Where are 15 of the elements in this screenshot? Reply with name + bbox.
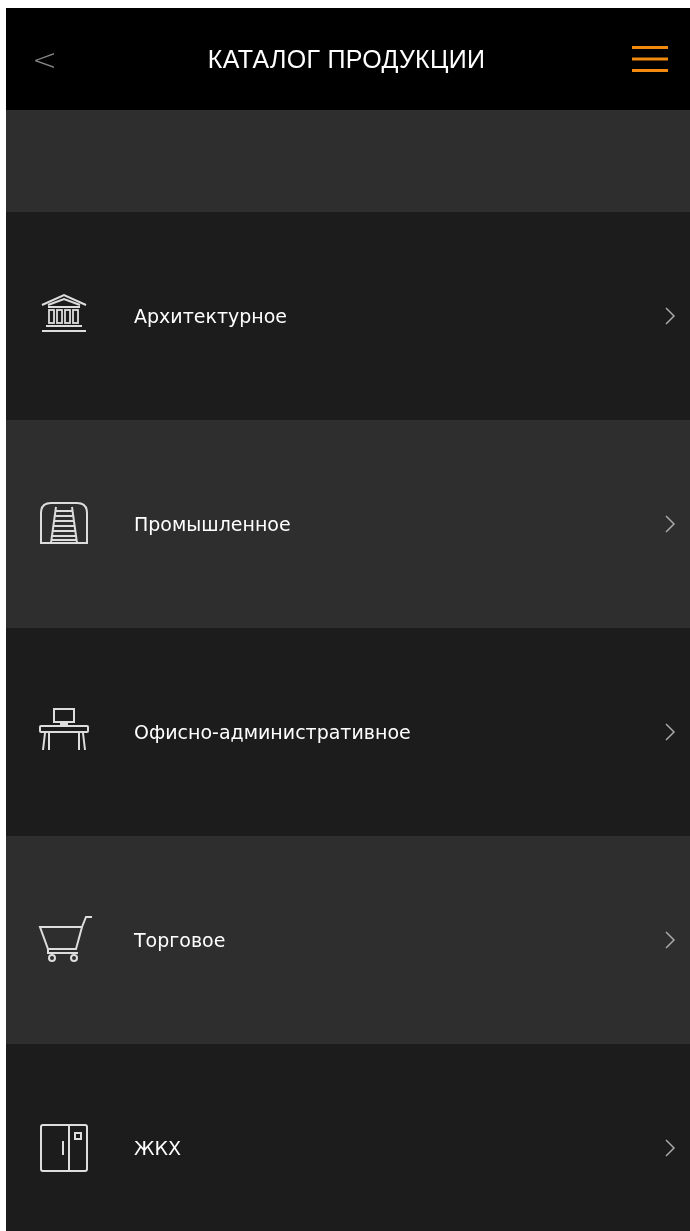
category-label: Торговое	[134, 929, 227, 951]
menu-icon[interactable]	[630, 44, 670, 74]
chevron-right-icon	[664, 306, 676, 326]
category-row[interactable]: Промышленное	[6, 420, 690, 628]
category-row[interactable]: Торговое	[6, 836, 690, 1044]
category-label: Офисно-административное	[134, 721, 412, 743]
chevron-right-icon	[664, 1138, 676, 1158]
chevron-right-icon	[664, 514, 676, 534]
page-title: КАТАЛОГ ПРОДУКЦИИ	[207, 44, 486, 74]
category-label: ЖКХ	[134, 1137, 182, 1159]
back-button[interactable]: <	[26, 41, 64, 77]
chevron-right-icon	[664, 722, 676, 742]
category-label: Архитектурное	[134, 305, 288, 327]
chevron-right-icon	[664, 930, 676, 950]
category-label: Промышленное	[134, 513, 292, 535]
